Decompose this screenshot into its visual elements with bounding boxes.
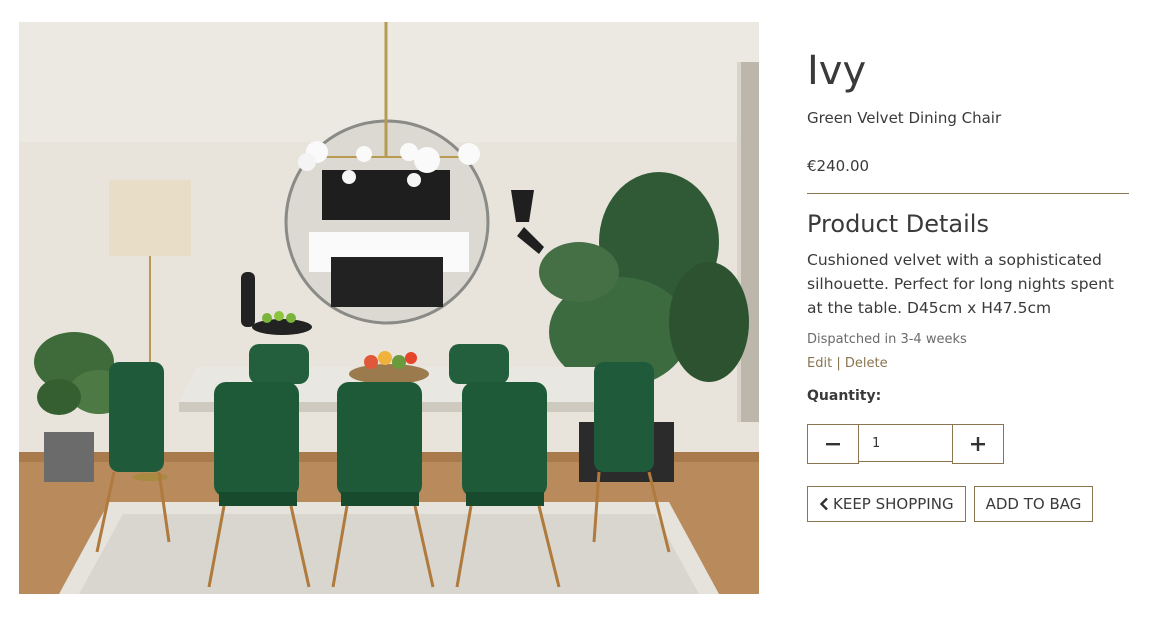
decrement-button[interactable] <box>807 424 859 464</box>
admin-separator: | <box>836 356 841 371</box>
keep-shopping-button[interactable]: KEEP SHOPPING <box>807 486 966 522</box>
chevron-left-icon <box>819 497 829 511</box>
delete-link[interactable]: Delete <box>845 356 888 371</box>
action-buttons: KEEP SHOPPING ADD TO BAG <box>807 486 1094 522</box>
increment-button[interactable] <box>952 424 1004 464</box>
quantity-input[interactable] <box>859 424 952 462</box>
product-details-heading: Product Details <box>807 210 989 238</box>
product-image <box>19 22 759 594</box>
edit-link[interactable]: Edit <box>807 356 832 371</box>
product-price: €240.00 <box>807 157 870 175</box>
plus-icon <box>971 437 985 451</box>
product-subtitle: Green Velvet Dining Chair <box>807 109 1002 127</box>
add-to-bag-button[interactable]: ADD TO BAG <box>973 486 1094 522</box>
quantity-label: Quantity: <box>807 388 882 404</box>
product-title: Ivy <box>807 48 867 94</box>
minus-icon <box>826 443 840 446</box>
product-description: Cushioned velvet with a sophisticated si… <box>807 251 1114 317</box>
quantity-stepper <box>807 424 1004 464</box>
dispatch-info: Dispatched in 3-4 weeks <box>807 332 967 347</box>
keep-shopping-label: KEEP SHOPPING <box>833 495 954 513</box>
admin-links: Edit | Delete <box>807 355 888 373</box>
divider <box>807 193 1129 194</box>
add-to-bag-label: ADD TO BAG <box>985 495 1082 513</box>
